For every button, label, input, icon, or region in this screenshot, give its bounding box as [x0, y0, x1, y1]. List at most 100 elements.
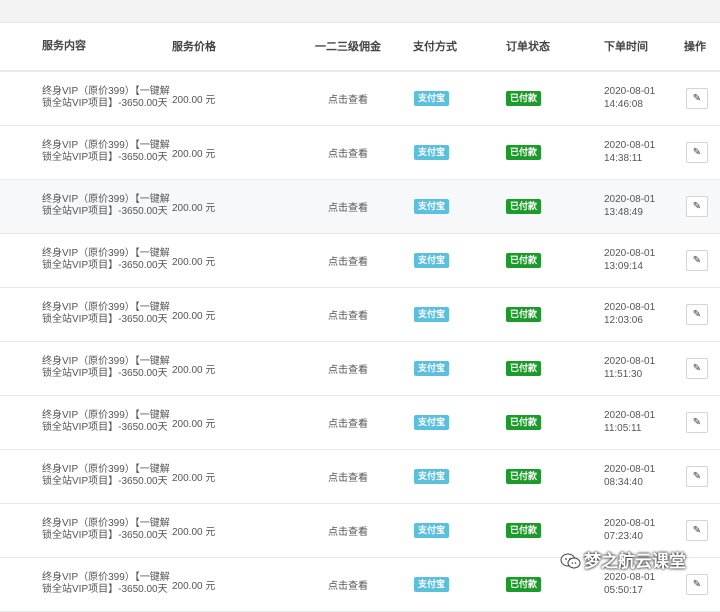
commission-link[interactable]: 点击查看 — [283, 341, 413, 395]
price-cell: 200.00 元 — [172, 256, 216, 268]
wechat-icon — [560, 553, 581, 569]
order-time-cell: 2020-08-01 11:05:11 — [604, 395, 684, 449]
pay-method-badge: 支付宝 — [414, 198, 450, 214]
service-text: 终身VIP（原价399）【一键解锁全站VIP项目】-3650.00天 — [42, 464, 170, 487]
service-cell: 终身VIP（原价399）【一键解锁全站VIP项目】-3650.00天 — [0, 125, 170, 179]
order-time: 14:38:11 — [604, 153, 643, 164]
order-date: 2020-08-01 — [604, 464, 656, 475]
service-cell: 终身VIP（原价399）【一键解锁全站VIP项目】-3650.00天 — [0, 233, 170, 287]
action-cell: ✎ — [684, 449, 720, 503]
header-service[interactable]: 服务内容 — [0, 22, 170, 72]
pay-method-badge: 支付宝 — [414, 144, 450, 160]
action-cell: ✎ — [684, 125, 720, 179]
price-cell: 200.00 元 — [172, 526, 216, 538]
edit-button[interactable]: ✎ — [686, 303, 708, 325]
table-row: 终身VIP（原价399）【一键解锁全站VIP项目】-3650.00天 200.00… — [0, 179, 720, 233]
service-text: 终身VIP（原价399）【一键解锁全站VIP项目】-3650.00天 — [42, 572, 170, 595]
pencil-icon: ✎ — [692, 362, 702, 374]
header-status[interactable]: 订单状态 — [506, 22, 604, 72]
service-cell: 终身VIP（原价399）【一键解锁全站VIP项目】-3650.00天 — [0, 179, 170, 233]
pay-method-cell: 支付宝 — [413, 179, 506, 233]
order-date: 2020-08-01 — [604, 194, 656, 205]
order-date: 2020-08-01 — [604, 140, 656, 151]
table-row: 终身VIP（原价399）【一键解锁全站VIP项目】-3650.00天 200.00… — [0, 125, 720, 179]
service-text: 终身VIP（原价399）【一键解锁全站VIP项目】-3650.00天 — [42, 518, 170, 541]
order-time: 11:51:30 — [604, 369, 643, 380]
edit-button[interactable]: ✎ — [686, 519, 708, 541]
status-badge: 已付款 — [506, 522, 542, 538]
edit-button[interactable]: ✎ — [686, 411, 708, 433]
commission-link[interactable]: 点击查看 — [283, 287, 413, 341]
edit-button[interactable]: ✎ — [686, 195, 708, 217]
order-time: 08:34:40 — [604, 477, 643, 488]
status-cell: 已付款 — [506, 341, 604, 395]
service-cell: 终身VIP（原价399）【一键解锁全站VIP项目】-3650.00天 — [0, 71, 170, 125]
service-cell: 终身VIP（原价399）【一键解锁全站VIP项目】-3650.00天 — [0, 557, 170, 611]
service-text: 终身VIP（原价399）【一键解锁全站VIP项目】-3650.00天 — [42, 194, 170, 217]
table-row: 终身VIP（原价399）【一键解锁全站VIP项目】-3650.00天 200.00… — [0, 395, 720, 449]
status-cell: 已付款 — [506, 449, 604, 503]
price-cell: 200.00 元 — [172, 94, 216, 106]
pay-method-cell: 支付宝 — [413, 287, 506, 341]
order-time-cell: 2020-08-01 13:09:14 — [604, 233, 684, 287]
service-text: 终身VIP（原价399）【一键解锁全站VIP项目】-3650.00天 — [42, 86, 170, 110]
status-cell: 已付款 — [506, 395, 604, 449]
service-cell: 终身VIP（原价399）【一键解锁全站VIP项目】-3650.00天 — [0, 341, 170, 395]
service-text: 终身VIP（原价399）【一键解锁全站VIP项目】-3650.00天 — [42, 248, 170, 271]
pay-method-badge: 支付宝 — [414, 360, 450, 376]
status-badge: 已付款 — [506, 90, 542, 106]
header-action: 操作 — [684, 22, 720, 72]
edit-button[interactable]: ✎ — [686, 249, 708, 271]
price-cell: 200.00 元 — [172, 418, 216, 430]
edit-button[interactable]: ✎ — [686, 87, 708, 109]
header-order-time[interactable]: 下单时间 — [604, 22, 684, 72]
pay-method-cell: 支付宝 — [413, 71, 506, 125]
action-cell: ✎ — [684, 341, 720, 395]
commission-link[interactable]: 点击查看 — [283, 449, 413, 503]
header-pay-method[interactable]: 支付方式 — [413, 22, 506, 72]
edit-button[interactable]: ✎ — [686, 357, 708, 379]
price-cell: 200.00 元 — [172, 310, 216, 322]
commission-link[interactable]: 点击查看 — [283, 557, 413, 611]
status-badge: 已付款 — [506, 576, 542, 592]
table-header-row: 服务内容 服务价格 一二三级佣金 支付方式 订单状态 下单时间 操作 — [0, 22, 720, 72]
pay-method-cell: 支付宝 — [413, 557, 506, 611]
pencil-icon: ✎ — [692, 92, 702, 104]
commission-link[interactable]: 点击查看 — [283, 395, 413, 449]
order-time: 12:03:06 — [604, 315, 643, 326]
order-time-cell: 2020-08-01 08:34:40 — [604, 449, 684, 503]
commission-link[interactable]: 点击查看 — [283, 179, 413, 233]
order-date: 2020-08-01 — [604, 248, 656, 259]
pay-method-badge: 支付宝 — [414, 414, 450, 430]
commission-link[interactable]: 点击查看 — [283, 125, 413, 179]
pencil-icon: ✎ — [692, 470, 702, 482]
edit-button[interactable]: ✎ — [686, 141, 708, 163]
pencil-icon: ✎ — [692, 524, 702, 536]
edit-button[interactable]: ✎ — [686, 465, 708, 487]
top-bar — [0, 0, 720, 23]
order-date: 2020-08-01 — [604, 518, 656, 529]
pencil-icon: ✎ — [692, 146, 702, 158]
order-time: 11:05:11 — [604, 423, 642, 434]
action-cell: ✎ — [684, 287, 720, 341]
order-time: 13:48:49 — [604, 207, 643, 218]
order-date: 2020-08-01 — [604, 410, 656, 421]
commission-link[interactable]: 点击查看 — [283, 71, 413, 125]
pencil-icon: ✎ — [692, 200, 702, 212]
status-badge: 已付款 — [506, 306, 542, 322]
price-cell: 200.00 元 — [172, 202, 216, 214]
pay-method-badge: 支付宝 — [414, 90, 450, 106]
table-row: 终身VIP（原价399）【一键解锁全站VIP项目】-3650.00天 200.00… — [0, 287, 720, 341]
watermark-text: 梦之航云课堂 — [584, 552, 686, 572]
order-time-cell: 2020-08-01 14:46:08 — [604, 71, 684, 125]
order-date: 2020-08-01 — [604, 572, 656, 583]
service-text: 终身VIP（原价399）【一键解锁全站VIP项目】-3650.00天 — [42, 302, 170, 325]
order-time: 05:50:17 — [604, 585, 643, 596]
header-price[interactable]: 服务价格 — [170, 22, 283, 72]
commission-link[interactable]: 点击查看 — [283, 503, 413, 557]
edit-button[interactable]: ✎ — [686, 573, 708, 595]
action-cell: ✎ — [684, 557, 720, 611]
header-commission[interactable]: 一二三级佣金 — [283, 22, 413, 72]
commission-link[interactable]: 点击查看 — [283, 233, 413, 287]
service-text: 终身VIP（原价399）【一键解锁全站VIP项目】-3650.00天 — [42, 410, 170, 433]
